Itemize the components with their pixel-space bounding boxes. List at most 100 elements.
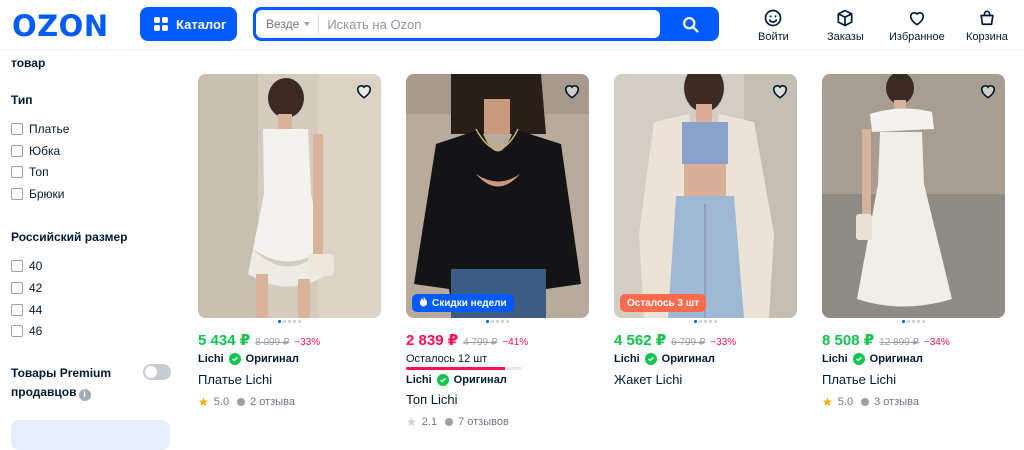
original-badge: Оригинал: [869, 353, 923, 365]
product-image[interactable]: [822, 74, 1005, 318]
product-title[interactable]: Жакет Lichi: [614, 372, 682, 387]
seller-row: Lichi Оригинал: [198, 353, 299, 365]
seller-row: Lichi Оригинал: [614, 353, 715, 365]
product-card[interactable]: Осталось 3 шт 4 562 ₽ 6 799 ₽ −33% Lichi…: [614, 74, 797, 387]
checkbox[interactable]: [11, 304, 23, 316]
image-pager-dots[interactable]: [198, 320, 381, 323]
box-icon: [837, 9, 853, 27]
catalog-label: Каталог: [176, 16, 227, 32]
stock-text: Осталось 12 шт: [406, 353, 488, 365]
checkbox-label: 44: [29, 303, 43, 317]
checkbox[interactable]: [11, 282, 23, 294]
search-scope-label: Везде: [266, 17, 300, 31]
discount: −33%: [294, 337, 321, 348]
filter-type-top[interactable]: Топ: [11, 165, 49, 179]
price: 8 508 ₽: [822, 332, 875, 349]
nav-orders-label: Заказы: [827, 31, 864, 43]
rating-row: ★ 5.0 3 отзыва: [822, 395, 919, 409]
apply-filters-button[interactable]: [11, 420, 170, 450]
nav-cart[interactable]: Корзина: [966, 8, 1008, 43]
checkbox[interactable]: [11, 188, 23, 200]
old-price: 4 799 ₽: [463, 337, 498, 348]
reviews-count[interactable]: 2 отзыва: [250, 396, 295, 408]
reviews-count[interactable]: 7 отзывов: [458, 416, 509, 428]
nav-orders[interactable]: Заказы: [827, 8, 864, 43]
product-image[interactable]: [198, 74, 381, 318]
favorite-heart-icon[interactable]: [562, 81, 582, 101]
search-bar: Везде: [253, 7, 719, 41]
deal-badge: Скидки недели: [412, 294, 514, 312]
product-image[interactable]: Скидки недели: [406, 74, 589, 318]
search-scope-select[interactable]: Везде: [256, 15, 320, 33]
image-pager-dots[interactable]: [406, 320, 589, 323]
catalog-button[interactable]: Каталог: [140, 7, 237, 41]
stock-bar: [406, 367, 522, 370]
info-icon[interactable]: i: [78, 388, 91, 401]
product-title[interactable]: Платье Lichi: [198, 372, 272, 387]
discount: −33%: [710, 337, 737, 348]
filter-heading-type: Тип: [11, 93, 33, 107]
filter-heading-size: Российский размер: [11, 230, 128, 244]
price: 4 562 ₽: [614, 332, 667, 349]
original-badge: Оригинал: [245, 353, 299, 365]
filter-type-dress[interactable]: Платье: [11, 122, 69, 136]
checkbox-label: 40: [29, 259, 43, 273]
product-card[interactable]: 5 434 ₽ 8 099 ₽ −33% Lichi Оригинал Плат…: [198, 74, 381, 409]
stock-badge-label: Осталось 3 шт: [627, 297, 700, 309]
old-price: 6 799 ₽: [671, 337, 706, 348]
heart-icon: [909, 12, 924, 26]
seller-row: Lichi Оригинал: [406, 374, 507, 386]
image-pager-dots[interactable]: [614, 320, 797, 323]
search-input[interactable]: [319, 16, 660, 32]
rating-row: ★ 5.0 2 отзыва: [198, 395, 295, 409]
checkbox[interactable]: [11, 260, 23, 272]
star-icon: ★: [406, 415, 417, 429]
product-card[interactable]: 8 508 ₽ 12 899 ₽ −34% Lichi Оригинал Пла…: [822, 74, 1005, 409]
price-row: 4 562 ₽ 6 799 ₽ −33%: [614, 331, 736, 349]
nav-login[interactable]: Войти: [758, 8, 789, 43]
product-image[interactable]: Осталось 3 шт: [614, 74, 797, 318]
filter-size-46[interactable]: 46: [11, 324, 42, 338]
favorite-heart-icon[interactable]: [770, 81, 790, 101]
checkbox[interactable]: [11, 166, 23, 178]
grid-icon: [154, 17, 168, 31]
rating-value: 2.1: [421, 416, 438, 428]
old-price: 12 899 ₽: [879, 337, 919, 348]
checkbox-label: 42: [29, 281, 43, 295]
price-row: 5 434 ₽ 8 099 ₽ −33%: [198, 331, 320, 349]
nav-cart-label: Корзина: [966, 31, 1008, 43]
favorite-heart-icon[interactable]: [978, 81, 998, 101]
seller-name[interactable]: Lichi: [614, 353, 640, 365]
reviews-count[interactable]: 3 отзыва: [874, 396, 919, 408]
checkbox[interactable]: [11, 325, 23, 337]
premium-sellers-filter: Товары Premium продавцов i: [11, 364, 131, 402]
seller-name[interactable]: Lichi: [406, 374, 432, 386]
premium-toggle[interactable]: [143, 364, 171, 380]
seller-name[interactable]: Lichi: [822, 353, 848, 365]
checkbox-label: Брюки: [29, 187, 65, 201]
checkbox[interactable]: [11, 123, 23, 135]
ozon-logo[interactable]: OZON: [12, 9, 109, 43]
original-badge: Оригинал: [661, 353, 715, 365]
discount: −41%: [502, 337, 529, 348]
checkbox-label: Платье: [29, 122, 70, 136]
filter-size-40[interactable]: 40: [11, 259, 42, 273]
product-title[interactable]: Топ Lichi: [406, 392, 458, 407]
filter-size-44[interactable]: 44: [11, 303, 42, 317]
favorite-heart-icon[interactable]: [354, 81, 374, 101]
rating-value: 5.0: [837, 396, 854, 408]
check-icon: [644, 353, 657, 365]
search-button[interactable]: [661, 7, 719, 41]
nav-favorites[interactable]: Избранное: [889, 8, 945, 43]
smile-icon: [765, 9, 782, 27]
seller-name[interactable]: Lichi: [198, 353, 224, 365]
checkbox[interactable]: [11, 145, 23, 157]
filter-type-skirt[interactable]: Юбка: [11, 144, 60, 158]
star-icon: ★: [822, 395, 833, 409]
image-pager-dots[interactable]: [822, 320, 1005, 323]
product-card[interactable]: Скидки недели 2 839 ₽ 4 799 ₽ −41% Остал…: [406, 74, 589, 429]
check-icon: [436, 374, 449, 386]
filter-type-pants[interactable]: Брюки: [11, 187, 65, 201]
product-title[interactable]: Платье Lichi: [822, 372, 896, 387]
filter-size-42[interactable]: 42: [11, 281, 42, 295]
